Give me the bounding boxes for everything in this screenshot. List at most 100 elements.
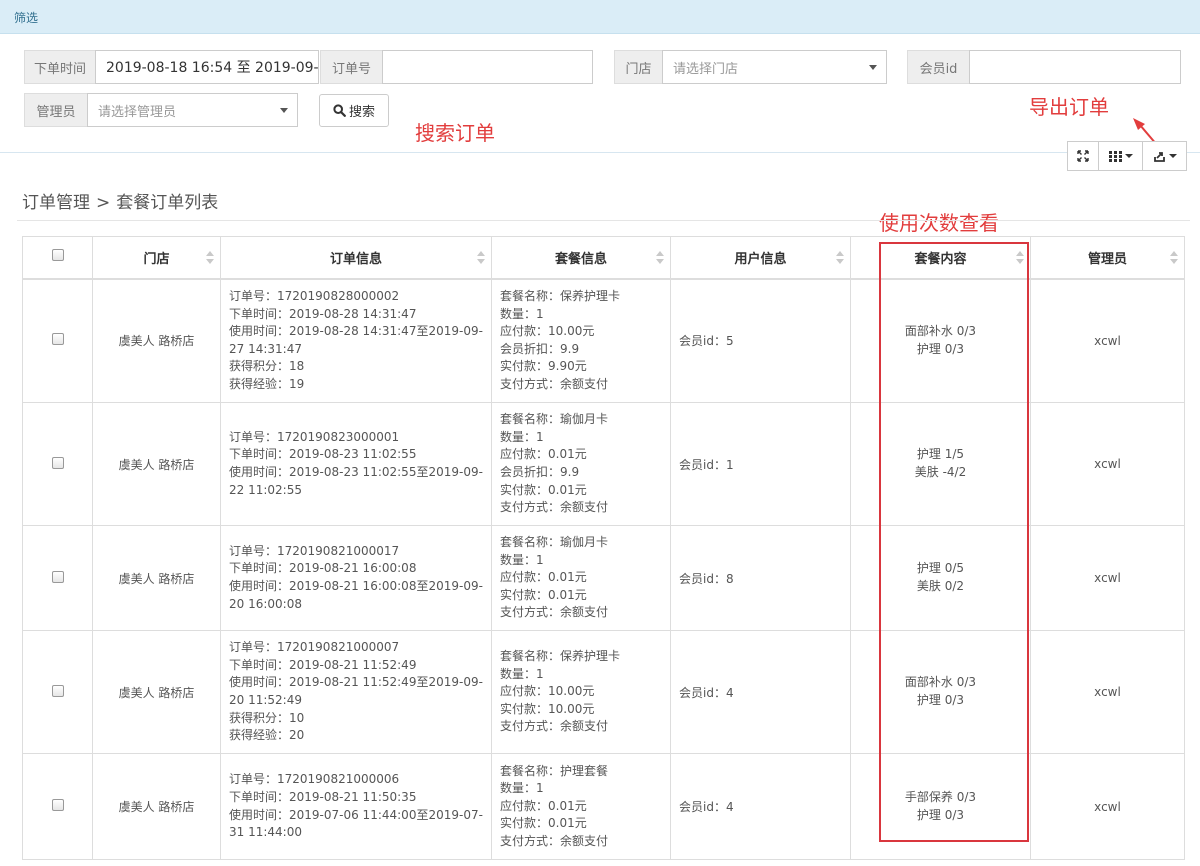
package-info-line: 应付款：10.00元	[500, 324, 595, 339]
column-header-package-info[interactable]: 套餐信息	[491, 236, 671, 280]
order-info-line: 订单号：1720190823000001	[229, 429, 400, 444]
annotation-search-orders: 搜索订单	[415, 121, 495, 145]
breadcrumb-separator: >	[96, 193, 111, 213]
admin-cell: xcwl	[1030, 402, 1185, 526]
admin-cell: xcwl	[1030, 753, 1185, 860]
store-cell: 虞美人 路桥店	[92, 753, 221, 860]
store-placeholder: 请选择门店	[673, 61, 739, 77]
export-button[interactable]	[1143, 141, 1187, 171]
order-info-line: 使用时间：2019-08-23 11:02:55至2019-09-22 11:0…	[229, 465, 483, 497]
member-id-label: 会员id	[907, 50, 969, 84]
row-checkbox[interactable]	[51, 684, 64, 697]
annotation-export-orders: 导出订单	[1029, 95, 1109, 119]
filter-panel-header: 筛选	[0, 0, 1200, 34]
package-info-line: 应付款：10.00元	[500, 684, 595, 699]
order-info-line: 订单号：1720190828000002	[229, 288, 400, 303]
package-info-line: 支付方式：余额支付	[500, 500, 609, 515]
chevron-down-icon	[1124, 154, 1133, 158]
order-info-line: 下单时间：2019-08-21 11:52:49	[229, 657, 417, 672]
column-header-user-info[interactable]: 用户信息	[670, 236, 851, 280]
table-header-row: 门店 订单信息 套餐信息 用户信息 套餐内容 管理员	[22, 236, 1185, 280]
table-row[interactable]: 虞美人 路桥店 订单号：1720190821000017 下单时间：2019-08-…	[22, 525, 1185, 631]
order-info-line: 获得经验：19	[229, 376, 305, 391]
package-info-line: 数量：1	[500, 552, 544, 567]
row-checkbox[interactable]	[51, 456, 64, 469]
member-id-input[interactable]	[969, 50, 1181, 84]
store-cell: 虞美人 路桥店	[92, 525, 221, 631]
table-row[interactable]: 虞美人 路桥店 订单号：1720190828000002 下单时间：2019-08-…	[22, 278, 1185, 403]
package-info-line: 数量：1	[500, 781, 544, 796]
columns-toggle-button[interactable]	[1099, 141, 1143, 171]
chevron-down-icon	[1168, 154, 1177, 158]
chevron-down-icon	[869, 65, 877, 70]
package-info-line: 应付款：0.01元	[500, 447, 587, 462]
order-info-cell: 订单号：1720190821000006 下单时间：2019-08-21 11:5…	[220, 753, 492, 860]
order-info-line: 下单时间：2019-08-21 16:00:08	[229, 561, 417, 576]
order-no-label: 订单号	[320, 50, 382, 84]
column-header-label: 门店	[143, 251, 170, 267]
order-info-line: 使用时间：2019-08-21 11:52:49至2019-09-20 11:5…	[229, 675, 483, 707]
admin-select[interactable]: 请选择管理员	[87, 93, 298, 127]
order-info-line: 订单号：1720190821000006	[229, 772, 400, 787]
filter-title: 筛选	[14, 11, 39, 25]
column-header-admin[interactable]: 管理员	[1030, 236, 1185, 280]
user-info-cell: 会员id：4	[670, 753, 851, 860]
order-info-line: 下单时间：2019-08-21 11:50:35	[229, 789, 417, 804]
admin-cell: xcwl	[1030, 278, 1185, 403]
package-info-line: 支付方式：余额支付	[500, 376, 609, 391]
table-toolbar	[1067, 141, 1187, 171]
fullscreen-button[interactable]	[1067, 141, 1099, 171]
table-row[interactable]: 虞美人 路桥店 订单号：1720190821000006 下单时间：2019-08-…	[22, 753, 1185, 860]
row-select-cell	[22, 402, 93, 526]
package-info-line: 套餐名称：瑜伽月卡	[500, 535, 609, 550]
fullscreen-icon	[1077, 150, 1089, 162]
row-checkbox[interactable]	[51, 333, 64, 346]
column-header-label: 套餐内容	[914, 251, 967, 267]
table-body: 虞美人 路桥店 订单号：1720190828000002 下单时间：2019-08-…	[22, 278, 1185, 860]
package-info-line: 支付方式：余额支付	[500, 719, 609, 734]
order-no-input[interactable]	[382, 50, 593, 84]
row-checkbox[interactable]	[51, 570, 64, 583]
package-content-line: 护理 0/3	[916, 341, 965, 356]
select-all-checkbox[interactable]	[51, 249, 64, 262]
package-content-line: 美肤 0/2	[916, 579, 965, 593]
row-select-cell	[22, 278, 93, 403]
sort-icon	[477, 251, 485, 265]
package-content-line: 护理 0/3	[916, 693, 965, 707]
admin-cell: xcwl	[1030, 525, 1185, 631]
column-header-label: 套餐信息	[554, 251, 607, 267]
table-row[interactable]: 虞美人 路桥店 订单号：1720190821000007 下单时间：2019-08-…	[22, 630, 1185, 754]
admin-cell: xcwl	[1030, 630, 1185, 754]
order-info-line: 获得积分：18	[229, 359, 305, 374]
package-info-cell: 套餐名称：瑜伽月卡 数量：1 应付款：0.01元 会员折扣：9.9 实付款：0.01元支…	[491, 402, 671, 526]
sort-icon	[836, 251, 844, 265]
admin-label: 管理员	[24, 93, 87, 127]
filter-panel-divider	[0, 152, 1200, 153]
order-info-line: 下单时间：2019-08-23 11:02:55	[229, 447, 417, 462]
column-header-package-content[interactable]: 套餐内容	[850, 236, 1031, 280]
table-row[interactable]: 虞美人 路桥店 订单号：1720190823000001 下单时间：2019-08-…	[22, 402, 1185, 526]
order-info-line: 订单号：1720190821000017	[229, 543, 400, 558]
row-checkbox[interactable]	[51, 799, 64, 811]
order-info-line: 下单时间：2019-08-28 14:31:47	[229, 306, 417, 321]
package-content-cell: 面部补水 0/3 护理 0/3	[850, 630, 1031, 754]
breadcrumb-parent[interactable]: 订单管理	[22, 193, 90, 213]
column-header-order-info[interactable]: 订单信息	[220, 236, 492, 280]
column-header-store[interactable]: 门店	[92, 236, 221, 280]
package-content-cell: 手部保养 0/3 护理 0/3	[850, 753, 1031, 860]
package-info-line: 实付款：0.01元	[500, 587, 587, 602]
sort-icon	[656, 251, 664, 265]
store-select[interactable]: 请选择门店	[662, 50, 887, 84]
column-header-label: 订单信息	[329, 251, 382, 267]
order-info-cell: 订单号：1720190823000001 下单时间：2019-08-23 11:0…	[220, 402, 492, 526]
admin-placeholder: 请选择管理员	[98, 104, 177, 120]
package-content-line: 护理 0/5	[916, 561, 965, 576]
order-time-label: 下单时间	[24, 50, 95, 84]
package-info-cell: 套餐名称：保养护理卡 数量：1 应付款：10.00元 会员折扣：9.9 实付款：9.90…	[491, 278, 671, 403]
chevron-down-icon	[280, 108, 288, 113]
search-button[interactable]: 搜索	[319, 94, 389, 127]
breadcrumb-current: 套餐订单列表	[116, 193, 219, 213]
order-time-input[interactable]: 2019-08-18 16:54 至 2019-09-1	[95, 50, 319, 84]
user-info-cell: 会员id：8	[670, 525, 851, 631]
store-cell: 虞美人 路桥店	[92, 278, 221, 403]
